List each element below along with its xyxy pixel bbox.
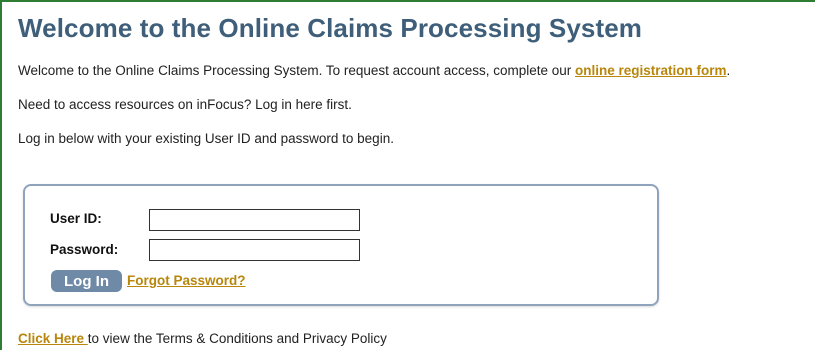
password-input[interactable] — [149, 239, 360, 261]
forgot-password-link[interactable]: Forgot Password? — [127, 273, 246, 288]
terms-footer-text: to view the Terms & Conditions and Priva… — [87, 331, 387, 346]
login-button[interactable]: Log In — [51, 270, 122, 292]
login-instructions: Log in below with your existing User ID … — [18, 131, 394, 146]
intro-paragraph: Welcome to the Online Claims Processing … — [18, 63, 730, 78]
user-id-input[interactable] — [149, 209, 360, 231]
terms-click-here-link[interactable]: Click Here — [18, 331, 88, 346]
intro-suffix: . — [726, 63, 731, 78]
password-label: Password: — [50, 242, 119, 257]
user-id-label: User ID: — [50, 211, 102, 226]
page-title: Welcome to the Online Claims Processing … — [18, 13, 642, 43]
terms-footer: Click Here to view the Terms & Condition… — [18, 331, 387, 346]
registration-form-link[interactable]: online registration form — [575, 63, 727, 78]
intro-text: Welcome to the Online Claims Processing … — [18, 63, 576, 78]
infocus-note: Need to access resources on inFocus? Log… — [18, 97, 352, 112]
